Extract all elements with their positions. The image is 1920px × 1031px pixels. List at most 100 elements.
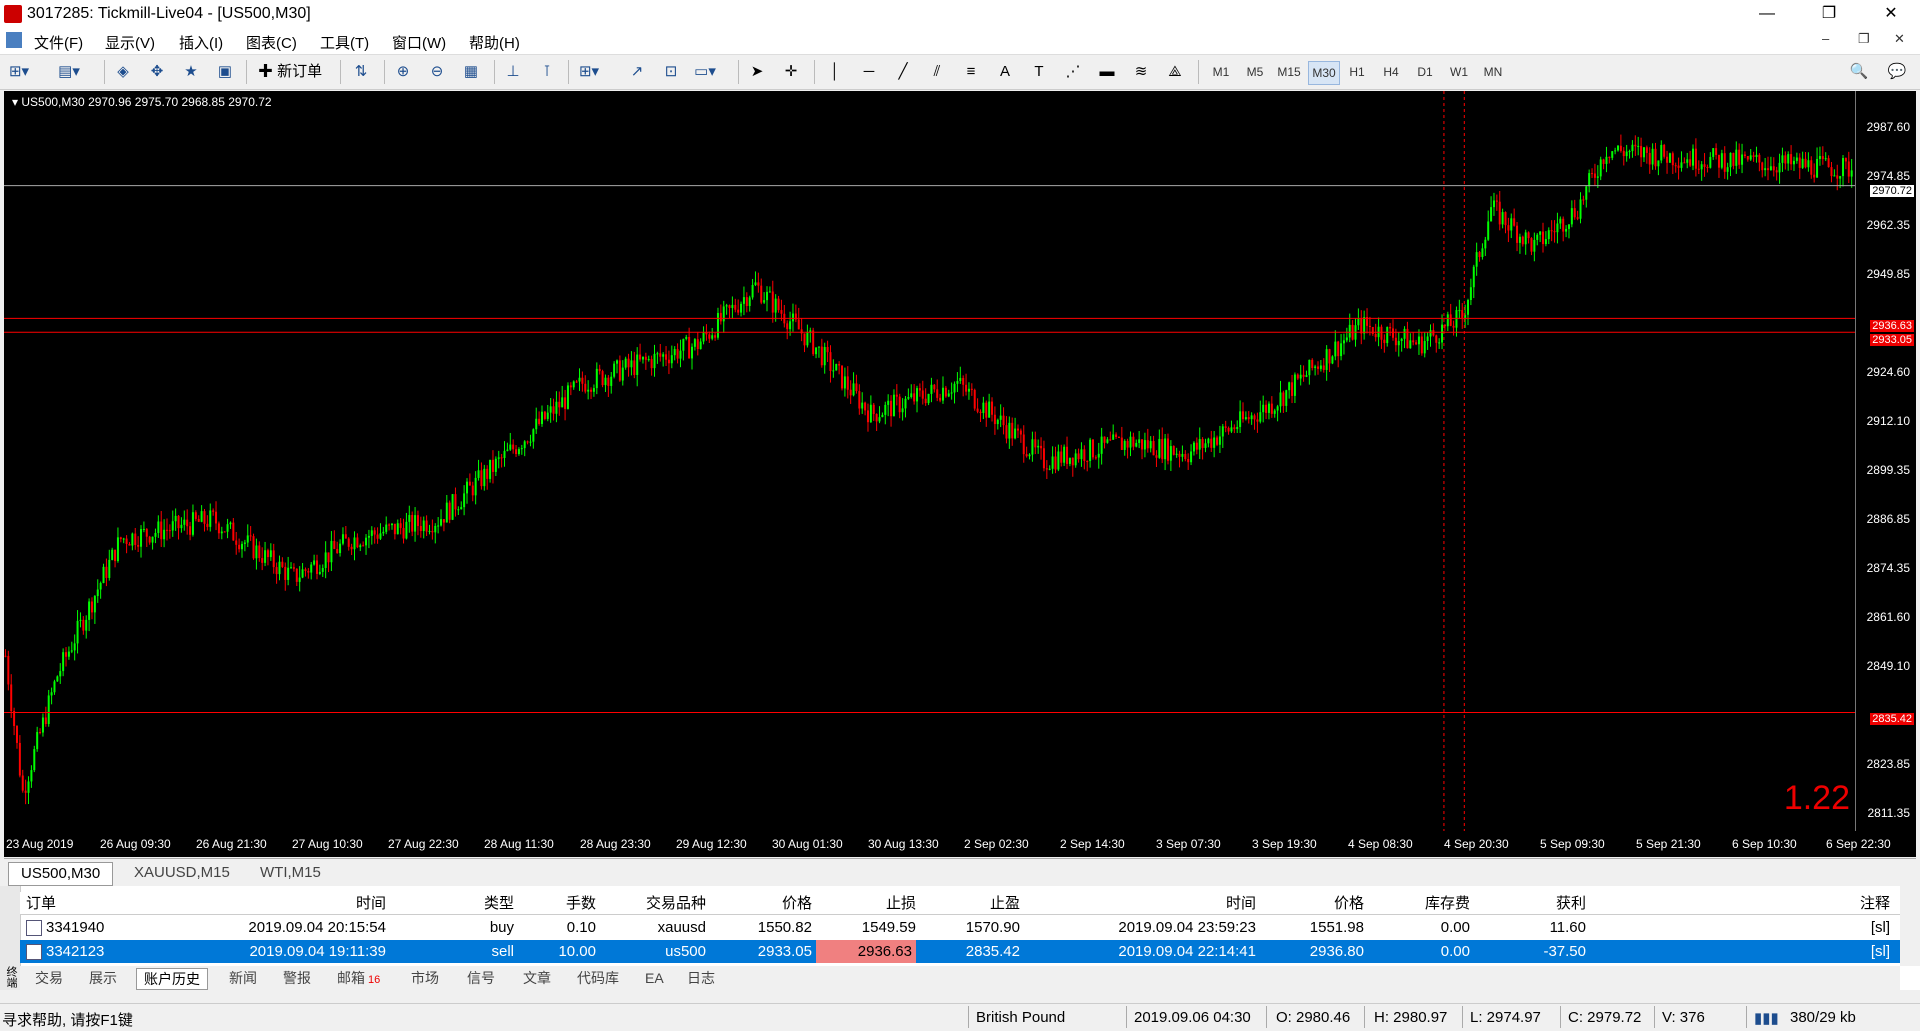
column-header[interactable]: 获利 xyxy=(1476,892,1586,915)
autoscroll-icon[interactable]: ⊺ xyxy=(536,60,558,84)
market-watch-icon[interactable]: ◈ xyxy=(112,60,134,84)
candle xyxy=(119,536,122,543)
candle xyxy=(4,649,7,658)
vertical-line-icon[interactable]: │ xyxy=(824,60,846,84)
tab-alerts[interactable]: 警报 xyxy=(276,968,318,988)
column-header[interactable]: 价格 xyxy=(1262,892,1364,915)
wave-icon[interactable]: ≋ xyxy=(1130,60,1152,84)
timeframe-m1[interactable]: M1 xyxy=(1206,61,1236,83)
channel-icon[interactable]: ⫽ xyxy=(926,60,948,84)
candle xyxy=(252,533,255,560)
timeframe-m5[interactable]: M5 xyxy=(1240,61,1270,83)
new-order-button[interactable]: ✚ 新订单 xyxy=(258,60,322,84)
candle xyxy=(936,379,939,402)
templates-icon[interactable]: ⊡ xyxy=(660,60,682,84)
system-menu-icon[interactable] xyxy=(6,32,22,48)
timeframe-w1[interactable]: W1 xyxy=(1444,61,1474,83)
zoom-in-icon[interactable]: ⊕ xyxy=(392,60,414,84)
close-button[interactable]: ✕ xyxy=(1868,0,1914,28)
maximize-button[interactable]: ❐ xyxy=(1806,0,1852,28)
timeframe-m30[interactable]: M30 xyxy=(1308,61,1340,85)
tab-signals[interactable]: 信号 xyxy=(460,968,502,988)
chart-shift-icon[interactable]: ⊥ xyxy=(502,60,524,84)
menu-tools[interactable]: 工具(T) xyxy=(320,32,369,53)
chart-type-icon[interactable]: ▭▾ xyxy=(694,60,716,84)
tab-ea[interactable]: EA xyxy=(638,968,671,988)
rectangle-icon[interactable]: ▬ xyxy=(1096,60,1118,84)
price-chart[interactable]: ▾ US500,M30 2970.96 2975.70 2968.85 2970… xyxy=(4,91,1916,857)
column-header[interactable]: 手数 xyxy=(520,892,596,915)
search-icon[interactable]: 🔍 xyxy=(1848,60,1870,84)
cursor-icon[interactable]: ➤ xyxy=(746,60,768,84)
tab-trade[interactable]: 交易 xyxy=(28,968,70,988)
candle xyxy=(1709,152,1712,169)
mdi-close-button[interactable]: ✕ xyxy=(1894,31,1905,47)
minimize-button[interactable]: — xyxy=(1744,0,1790,28)
menu-window[interactable]: 窗口(W) xyxy=(392,32,446,53)
profiles-icon[interactable]: ▤▾ xyxy=(58,60,80,84)
tab-account-history[interactable]: 账户历史 xyxy=(136,968,208,990)
tab-exposure[interactable]: 展示 xyxy=(82,968,124,988)
candle xyxy=(1175,447,1178,458)
table-row[interactable]: 3341940 2019.09.04 20:15:54 buy 0.10 xau… xyxy=(20,916,1900,939)
column-header[interactable]: 交易品种 xyxy=(604,892,706,915)
table-row-selected[interactable]: 3342123 2019.09.04 19:11:39 sell 10.00 u… xyxy=(20,940,1900,963)
tab-code-base[interactable]: 代码库 xyxy=(570,968,626,988)
menu-view[interactable]: 显示(V) xyxy=(105,32,155,53)
column-header[interactable]: 订单 xyxy=(26,892,56,915)
chat-icon[interactable]: 💬 xyxy=(1886,60,1908,84)
column-header[interactable]: 止损 xyxy=(818,892,916,915)
periods-icon[interactable]: ↗ xyxy=(626,60,648,84)
column-header[interactable]: 时间 xyxy=(160,892,386,915)
timeframe-d1[interactable]: D1 xyxy=(1410,61,1440,83)
mdi-restore-button[interactable]: ❐ xyxy=(1858,31,1870,47)
fibo-fan-icon[interactable]: ⋰ xyxy=(1062,60,1084,84)
trendline-icon[interactable]: ╱ xyxy=(892,60,914,84)
candle xyxy=(422,516,425,539)
tab-articles[interactable]: 文章 xyxy=(516,968,558,988)
column-header[interactable]: 时间 xyxy=(1028,892,1256,915)
tab-news[interactable]: 新闻 xyxy=(222,968,264,988)
menu-file[interactable]: 文件(F) xyxy=(34,32,83,53)
text-icon[interactable]: A xyxy=(994,60,1016,84)
new-chart-icon[interactable]: ⊞▾ xyxy=(8,60,30,84)
timeframe-mn[interactable]: MN xyxy=(1478,61,1508,83)
column-header[interactable]: 库存费 xyxy=(1370,892,1470,915)
tab-journal[interactable]: 日志 xyxy=(680,968,722,988)
candle xyxy=(1322,358,1325,373)
terminal-scrollbar[interactable] xyxy=(1900,886,1920,966)
menu-chart[interactable]: 图表(C) xyxy=(246,32,297,53)
column-header[interactable]: 止盈 xyxy=(922,892,1020,915)
candle xyxy=(1198,427,1201,459)
chart-tab-wti[interactable]: WTI,M15 xyxy=(248,862,333,884)
favorites-icon[interactable]: ★ xyxy=(180,60,202,84)
candle xyxy=(1233,424,1236,434)
tab-market[interactable]: 市场 xyxy=(404,968,446,988)
zoom-out-icon[interactable]: ⊖ xyxy=(426,60,448,84)
chart-tab-xauusd[interactable]: XAUUSD,M15 xyxy=(122,862,242,884)
text-label-icon[interactable]: T xyxy=(1028,60,1050,84)
column-header[interactable]: 注释 xyxy=(1590,892,1890,915)
menu-insert[interactable]: 插入(I) xyxy=(179,32,223,53)
tab-mailbox[interactable]: 邮箱 16 xyxy=(330,968,387,988)
crosshair-icon[interactable]: ✛ xyxy=(780,60,802,84)
column-header[interactable]: 价格 xyxy=(714,892,812,915)
chart-tab-us500[interactable]: US500,M30 xyxy=(8,862,114,886)
autotrading-icon[interactable]: ⇅ xyxy=(350,60,372,84)
timeframe-h4[interactable]: H4 xyxy=(1376,61,1406,83)
time-label: 3 Sep 07:30 xyxy=(1156,837,1221,851)
menu-help[interactable]: 帮助(H) xyxy=(469,32,520,53)
tile-windows-icon[interactable]: ▦ xyxy=(460,60,482,84)
navigator-icon[interactable]: ✥ xyxy=(146,60,168,84)
horizontal-line-icon[interactable]: ─ xyxy=(858,60,880,84)
terminal-icon[interactable]: ▣ xyxy=(214,60,236,84)
column-header[interactable]: 类型 xyxy=(390,892,514,915)
timeframe-h1[interactable]: H1 xyxy=(1342,61,1372,83)
fibonacci-icon[interactable]: ≡ xyxy=(960,60,982,84)
mdi-minimize-button[interactable]: – xyxy=(1822,31,1829,46)
arrows-icon[interactable]: ⟁ xyxy=(1164,60,1186,84)
indicators-icon[interactable]: ⊞▾ xyxy=(578,60,600,84)
candle xyxy=(734,298,737,313)
timeframe-m15[interactable]: M15 xyxy=(1274,61,1304,83)
candle xyxy=(991,397,994,422)
